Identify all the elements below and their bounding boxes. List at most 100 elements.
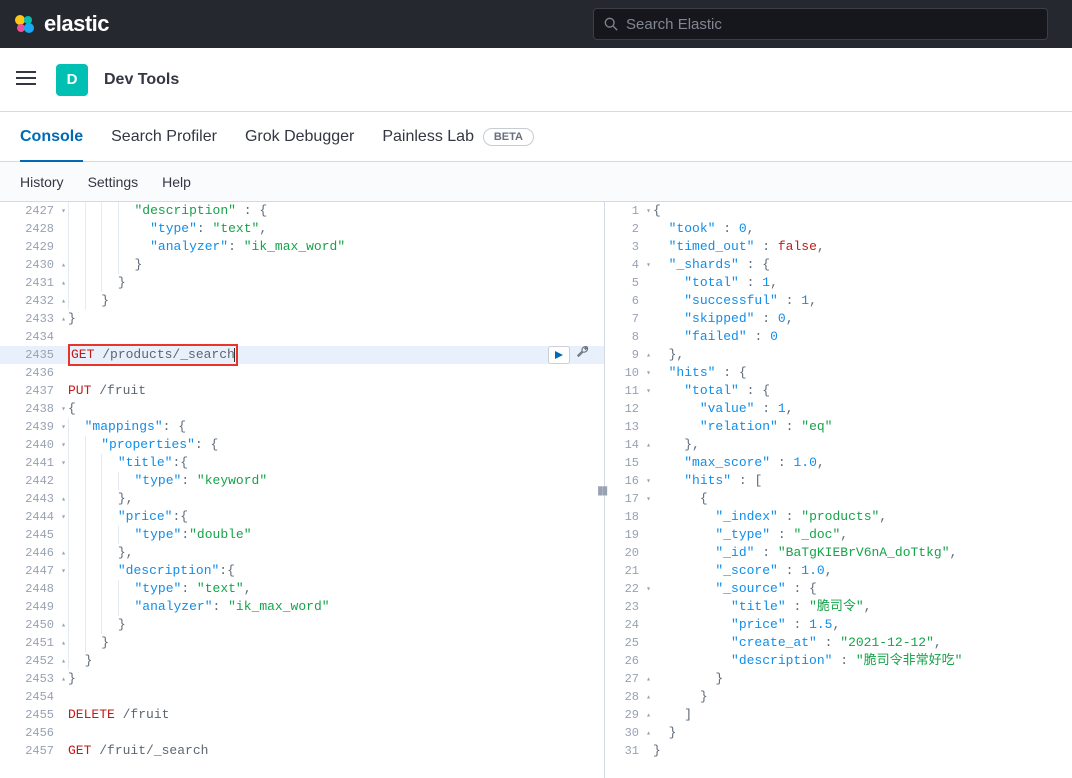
global-search[interactable] [593, 8, 1048, 40]
code-line[interactable]: 2457GET /fruit/_search [0, 742, 604, 760]
code-line[interactable]: 2454 [0, 688, 604, 706]
line-number: 2435 [0, 346, 64, 364]
line-number: 31 [607, 742, 649, 760]
line-content: "_shards" : { [649, 256, 1072, 274]
line-content: } [64, 310, 604, 328]
line-number: 13 [607, 418, 649, 436]
code-line: 25 "create_at" : "2021-12-12", [607, 634, 1072, 652]
code-line[interactable]: 2437PUT /fruit [0, 382, 604, 400]
code-line[interactable]: 2453▴} [0, 670, 604, 688]
subtab-help[interactable]: Help [162, 174, 191, 190]
code-line[interactable]: 2429 "analyzer": "ik_max_word" [0, 238, 604, 256]
code-line[interactable]: 2451▴ } [0, 634, 604, 652]
line-number: 23 [607, 598, 649, 616]
search-input[interactable] [626, 16, 1037, 33]
code-line[interactable]: 2447▾ "description":{ [0, 562, 604, 580]
code-line[interactable]: 2435GET /products/_search [0, 346, 604, 364]
line-content: "_index" : "products", [649, 508, 1072, 526]
code-line[interactable]: 2449 "analyzer": "ik_max_word" [0, 598, 604, 616]
subtab-history[interactable]: History [20, 174, 64, 190]
code-line[interactable]: 2446▴ }, [0, 544, 604, 562]
line-number: 2449 [0, 598, 64, 616]
line-content: } [64, 652, 604, 670]
code-line[interactable]: 2442 "type": "keyword" [0, 472, 604, 490]
line-number: 2438▾ [0, 400, 64, 418]
tab-painless-lab[interactable]: Painless Lab BETA [382, 112, 534, 161]
line-content: "type": "text", [64, 580, 604, 598]
line-number: 27▴ [607, 670, 649, 688]
line-content: }, [64, 544, 604, 562]
code-line[interactable]: 2430▴ } [0, 256, 604, 274]
line-content: }, [649, 346, 1072, 364]
line-number: 18 [607, 508, 649, 526]
line-content: "price":{ [64, 508, 604, 526]
line-content: } [649, 724, 1072, 742]
code-line[interactable]: 2448 "type": "text", [0, 580, 604, 598]
code-line: 28▴ } [607, 688, 1072, 706]
code-line[interactable]: 2431▴ } [0, 274, 604, 292]
line-content: GET /fruit/_search [64, 742, 604, 760]
line-number: 9▴ [607, 346, 649, 364]
code-line[interactable]: 2452▴ } [0, 652, 604, 670]
code-line[interactable]: 2433▴} [0, 310, 604, 328]
code-line[interactable]: 2456 [0, 724, 604, 742]
code-line[interactable]: 2440▾ "properties": { [0, 436, 604, 454]
code-line[interactable]: 2436 [0, 364, 604, 382]
line-content: }, [649, 436, 1072, 454]
line-number: 2427▾ [0, 202, 64, 220]
code-line: 4▾ "_shards" : { [607, 256, 1072, 274]
code-line[interactable]: 2441▾ "title":{ [0, 454, 604, 472]
brand-logo[interactable]: elastic [12, 11, 109, 37]
code-line[interactable]: 2443▴ }, [0, 490, 604, 508]
line-number: 19 [607, 526, 649, 544]
code-line[interactable]: 2432▴ } [0, 292, 604, 310]
line-number: 2445 [0, 526, 64, 544]
line-number: 2434 [0, 328, 64, 346]
beta-badge: BETA [483, 128, 534, 146]
line-content: { [649, 202, 1072, 220]
send-request-button[interactable] [548, 346, 570, 364]
line-content: "_type" : "_doc", [649, 526, 1072, 544]
line-number: 14▴ [607, 436, 649, 454]
code-line: 8 "failed" : 0 [607, 328, 1072, 346]
response-viewer[interactable]: 1▾{2 "took" : 0,3 "timed_out" : false,4▾… [605, 202, 1072, 778]
line-content: "_source" : { [649, 580, 1072, 598]
code-line: 22▾ "_source" : { [607, 580, 1072, 598]
pane-splitter[interactable]: ▮▮ [597, 483, 606, 497]
line-number: 2436 [0, 364, 64, 382]
wrench-icon[interactable] [576, 345, 590, 365]
code-line[interactable]: 2427▾ "description" : { [0, 202, 604, 220]
line-number: 11▾ [607, 382, 649, 400]
line-number: 2454 [0, 688, 64, 706]
line-number: 15 [607, 454, 649, 472]
line-number: 2433▴ [0, 310, 64, 328]
code-line: 1▾{ [607, 202, 1072, 220]
code-line[interactable]: 2439▾ "mappings": { [0, 418, 604, 436]
line-content: "create_at" : "2021-12-12", [649, 634, 1072, 652]
search-icon [604, 17, 618, 31]
code-line: 17▾ { [607, 490, 1072, 508]
page-title: Dev Tools [104, 71, 179, 89]
line-content: "hits" : [ [649, 472, 1072, 490]
subtab-settings[interactable]: Settings [88, 174, 139, 190]
code-line[interactable]: 2455DELETE /fruit [0, 706, 604, 724]
code-line: 16▾ "hits" : [ [607, 472, 1072, 490]
line-number: 8 [607, 328, 649, 346]
line-number: 2456 [0, 724, 64, 742]
code-line: 6 "successful" : 1, [607, 292, 1072, 310]
request-editor[interactable]: 2427▾ "description" : {2428 "type": "tex… [0, 202, 605, 778]
line-content: } [649, 688, 1072, 706]
tab-search-profiler[interactable]: Search Profiler [111, 112, 217, 161]
line-content: "hits" : { [649, 364, 1072, 382]
line-number: 7 [607, 310, 649, 328]
line-content: "analyzer": "ik_max_word" [64, 238, 604, 256]
nav-toggle-button[interactable] [16, 70, 40, 89]
code-line[interactable]: 2444▾ "price":{ [0, 508, 604, 526]
code-line[interactable]: 2438▾{ [0, 400, 604, 418]
line-content: "price" : 1.5, [649, 616, 1072, 634]
code-line[interactable]: 2428 "type": "text", [0, 220, 604, 238]
code-line[interactable]: 2450▴ } [0, 616, 604, 634]
code-line[interactable]: 2445 "type":"double" [0, 526, 604, 544]
tab-console[interactable]: Console [20, 112, 83, 161]
tab-grok-debugger[interactable]: Grok Debugger [245, 112, 354, 161]
